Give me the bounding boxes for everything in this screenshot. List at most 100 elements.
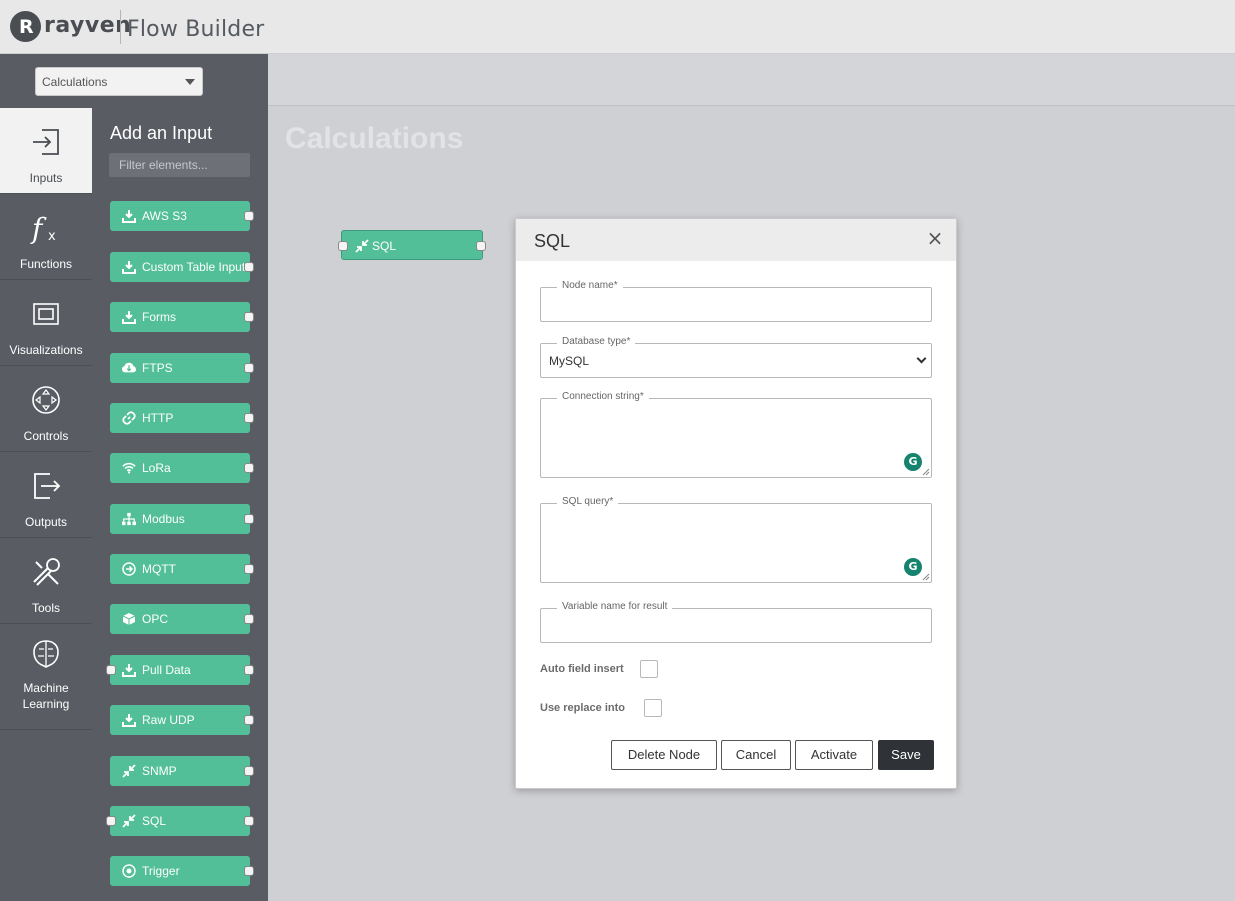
grammarly-icon[interactable]: G xyxy=(904,558,922,576)
compress-icon xyxy=(122,764,136,778)
input-port[interactable] xyxy=(106,816,116,826)
compress-icon xyxy=(355,239,369,253)
output-port[interactable] xyxy=(244,715,254,725)
node-name-field[interactable]: Node name* xyxy=(540,280,932,322)
rail-label-inputs: Inputs xyxy=(29,171,63,185)
output-port[interactable] xyxy=(244,211,254,221)
input-port[interactable] xyxy=(338,241,348,251)
top-header: R rayven Flow Builder xyxy=(0,0,1235,54)
use-replace-into-checkbox[interactable] xyxy=(644,699,662,717)
rail-item-visualizations[interactable]: Visualizations xyxy=(0,280,92,366)
palette-node-sql[interactable]: SQL xyxy=(106,806,254,836)
save-button[interactable]: Save xyxy=(878,740,934,770)
sitemap-icon xyxy=(122,512,136,526)
rail-item-functions[interactable]: f x Functions xyxy=(0,194,92,280)
output-port[interactable] xyxy=(244,766,254,776)
output-port[interactable] xyxy=(244,463,254,473)
flow-select-dropdown[interactable]: Calculations xyxy=(35,67,203,96)
app-title: Flow Builder xyxy=(127,17,265,42)
controls-icon xyxy=(32,386,60,414)
dialog-header: SQL × xyxy=(516,219,956,261)
result-variable-label: Variable name for result xyxy=(557,601,673,612)
output-icon xyxy=(34,473,61,499)
rail-item-inputs[interactable]: Inputs xyxy=(0,108,92,194)
palette-node-label: HTTP xyxy=(142,411,174,425)
palette-node-label: Raw UDP xyxy=(142,713,195,727)
auto-field-insert-checkbox[interactable] xyxy=(640,660,658,678)
database-type-label: Database type* xyxy=(557,336,636,347)
rail-label-visualizations: Visualizations xyxy=(9,343,83,357)
palette-node-http[interactable]: HTTP xyxy=(110,403,254,433)
use-replace-into-label: Use replace into xyxy=(540,702,625,714)
target-icon xyxy=(122,864,136,878)
cube-icon xyxy=(122,613,136,625)
rail-item-machine-learning[interactable]: Machine Learning xyxy=(0,624,92,730)
rail-item-outputs[interactable]: Outputs xyxy=(0,452,92,538)
output-port[interactable] xyxy=(244,564,254,574)
logo-letter: R xyxy=(19,16,34,38)
palette-node-label: Trigger xyxy=(142,864,180,878)
palette-node-custom-table-input[interactable]: Custom Table Input xyxy=(110,252,254,282)
input-port[interactable] xyxy=(106,665,116,675)
output-port[interactable] xyxy=(244,866,254,876)
output-port[interactable] xyxy=(244,514,254,524)
resize-handle-icon[interactable] xyxy=(922,468,930,476)
output-port[interactable] xyxy=(244,614,254,624)
palette-node-opc[interactable]: OPC xyxy=(110,604,254,634)
rail-item-controls[interactable]: Controls xyxy=(0,366,92,452)
resize-handle-icon[interactable] xyxy=(922,573,930,581)
panel-title: Add an Input xyxy=(110,123,213,143)
result-variable-field[interactable]: Variable name for result xyxy=(540,601,932,643)
palette-node-mqtt[interactable]: MQTT xyxy=(110,554,254,584)
palette-node-trigger[interactable]: Trigger xyxy=(110,856,254,886)
download-icon xyxy=(122,210,136,223)
delete-node-button[interactable]: Delete Node xyxy=(611,740,717,770)
node-name-label: Node name* xyxy=(557,280,623,291)
output-port[interactable] xyxy=(476,241,486,251)
palette-node-forms[interactable]: Forms xyxy=(110,302,254,332)
filter-elements-input[interactable] xyxy=(109,153,250,177)
output-port[interactable] xyxy=(244,816,254,826)
download-icon xyxy=(122,311,136,324)
rail-item-tools[interactable]: Tools xyxy=(0,538,92,624)
brand-name: rayven xyxy=(44,13,132,38)
header-divider xyxy=(120,10,121,44)
palette-node-pull-data[interactable]: Pull Data xyxy=(106,655,254,685)
cancel-button[interactable]: Cancel xyxy=(721,740,791,770)
output-port[interactable] xyxy=(244,665,254,675)
palette-node-label: SNMP xyxy=(142,764,177,778)
visualization-icon xyxy=(33,303,59,325)
database-type-select[interactable]: Database type* MySQL xyxy=(540,336,932,378)
palette-node-label: SQL xyxy=(142,814,167,828)
flow-select-value: Calculations xyxy=(42,75,108,89)
palette-node-aws-s3[interactable]: AWS S3 xyxy=(110,201,254,231)
activate-button[interactable]: Activate xyxy=(795,740,873,770)
output-port[interactable] xyxy=(244,262,254,272)
palette-node-raw-udp[interactable]: Raw UDP xyxy=(110,705,254,735)
output-port[interactable] xyxy=(244,312,254,322)
sql-node-dialog: SQL × Node name* Database type* MySQL Co… xyxy=(515,218,957,789)
sql-query-textarea[interactable]: SQL query* G xyxy=(540,496,932,583)
download-icon xyxy=(122,261,136,274)
download-icon xyxy=(122,714,136,727)
rail-label-machine-learning: Machine Learning xyxy=(22,681,70,711)
grammarly-icon[interactable]: G xyxy=(904,453,922,471)
flow-node-sql[interactable]: SQL xyxy=(338,230,486,260)
palette-node-lora[interactable]: LoRa xyxy=(110,453,254,483)
connection-string-textarea[interactable]: Connection string* G xyxy=(540,391,932,478)
palette-node-label: Modbus xyxy=(142,512,185,526)
link-icon xyxy=(122,411,136,425)
dialog-title: SQL xyxy=(534,231,571,251)
palette-node-snmp[interactable]: SNMP xyxy=(110,756,254,786)
output-port[interactable] xyxy=(244,413,254,423)
svg-text:f: f xyxy=(30,212,47,245)
close-icon[interactable]: × xyxy=(926,228,944,248)
palette-node-modbus[interactable]: Modbus xyxy=(110,504,254,534)
input-icon xyxy=(33,129,59,155)
rail-label-controls: Controls xyxy=(23,429,69,443)
output-port[interactable] xyxy=(244,363,254,373)
palette-node-label: OPC xyxy=(142,612,169,626)
flow-node-label: SQL xyxy=(372,239,397,253)
palette-node-ftps[interactable]: FTPS xyxy=(110,353,254,383)
brain-icon xyxy=(33,640,59,668)
